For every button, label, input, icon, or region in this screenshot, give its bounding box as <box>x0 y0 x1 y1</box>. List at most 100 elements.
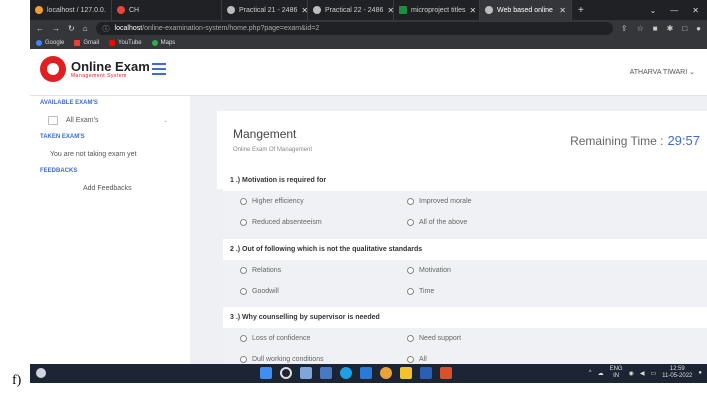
browser-tab-6-active[interactable]: Web based online ✕ <box>480 0 572 20</box>
option-radio[interactable]: Dull working conditions <box>240 349 407 364</box>
toolbar-icons: ⇪ ☆ ■ ✱ □ ● <box>621 24 701 33</box>
url-field[interactable]: ⓘ localhost /online-examination-system/h… <box>95 22 613 35</box>
tab-favicon <box>313 6 321 14</box>
address-bar: ← → ↻ ⌂ ⓘ localhost /online-examination-… <box>30 20 707 37</box>
sidebar-item-add-feedback[interactable]: Add Feedbacks <box>30 178 190 198</box>
forward-icon[interactable]: → <box>52 24 60 33</box>
chat-icon[interactable] <box>320 367 332 379</box>
app-icon[interactable] <box>440 367 452 379</box>
radio-icon[interactable] <box>240 198 247 205</box>
radio-icon[interactable] <box>240 288 247 295</box>
radio-icon[interactable] <box>240 335 247 342</box>
sidebar-item-taken-none[interactable]: You are not taking exam yet <box>30 144 190 164</box>
sidebar-item-label: All Exam's <box>66 116 99 124</box>
clock-time: 12:59 <box>669 366 685 372</box>
edge-icon[interactable] <box>340 367 352 379</box>
radio-icon[interactable] <box>240 267 247 274</box>
exam-title: Mangement <box>233 127 297 141</box>
radio-icon[interactable] <box>407 219 414 226</box>
browser-tab-5[interactable]: microproject titles ✕ <box>394 0 480 20</box>
option-radio[interactable]: Need support <box>407 328 567 349</box>
cloud-icon[interactable]: ☁ <box>598 370 604 377</box>
language-indicator[interactable]: ENG IN <box>610 366 623 380</box>
question-text: 3 .) Why counselling by supervisor is ne… <box>230 314 380 321</box>
menu-toggle-icon[interactable] <box>152 63 166 78</box>
option-radio[interactable]: Reduced absenteeism <box>240 212 407 233</box>
word-icon[interactable] <box>420 367 432 379</box>
radio-icon[interactable] <box>407 356 414 363</box>
info-icon: ⓘ <box>102 25 110 33</box>
task-view-icon[interactable] <box>300 367 312 379</box>
user-menu[interactable]: ATHARVA TIWARI ⌄ <box>630 68 695 76</box>
google-icon <box>36 40 42 46</box>
url-path: /online-examination-system/home.php?page… <box>142 25 320 32</box>
sidebar-item-all-exams[interactable]: All Exam's ⌄ <box>30 110 190 130</box>
option-radio[interactable]: Higher efficiency <box>240 191 407 212</box>
weather-icon[interactable] <box>36 368 46 378</box>
browser-tab-2[interactable]: CH <box>112 0 222 20</box>
tab-label: Web based online <box>497 6 553 14</box>
option-radio[interactable]: All of the above <box>407 212 567 233</box>
radio-icon[interactable] <box>407 198 414 205</box>
option-radio[interactable]: Time <box>407 281 567 302</box>
tray-chevron-icon[interactable]: ^ <box>589 370 592 376</box>
bookmarks-bar: Google Gmail YouTube Maps <box>30 37 707 49</box>
bookmark-maps[interactable]: Maps <box>151 40 175 46</box>
sidebar-item-label: Add Feedbacks <box>83 184 132 192</box>
windows-start-icon[interactable] <box>260 367 272 379</box>
tab-search-icon[interactable]: ⌄ <box>650 6 657 15</box>
profile-icon[interactable]: ● <box>696 24 701 33</box>
star-icon[interactable]: ☆ <box>637 24 644 33</box>
option-radio[interactable]: Motivation <box>407 260 567 281</box>
reload-icon[interactable]: ↻ <box>68 24 75 33</box>
windows-taskbar: ^ ☁ ENG IN ◉ ◀ ▭ 12:59 11-05-2022 ● <box>30 364 707 383</box>
bookmark-google[interactable]: Google <box>36 40 64 46</box>
clock[interactable]: 12:59 11-05-2022 <box>662 366 692 380</box>
bookmark-youtube[interactable]: YouTube <box>109 40 142 46</box>
logo-title: Online Exam <box>71 58 150 74</box>
bookmark-gmail[interactable]: Gmail <box>74 40 99 46</box>
option-radio[interactable]: All <box>407 349 567 364</box>
chrome-icon[interactable] <box>380 367 392 379</box>
tab-favicon <box>485 6 493 14</box>
wifi-icon[interactable]: ◉ <box>629 370 634 377</box>
tab-close-icon[interactable]: ✕ <box>297 6 307 15</box>
browser-tab-3[interactable]: Practical 21 - 2486 ✕ <box>222 0 308 20</box>
notification-icon[interactable]: ● <box>698 370 702 376</box>
tab-close-icon[interactable]: ✕ <box>555 6 566 15</box>
option-radio[interactable]: Relations <box>240 260 407 281</box>
sidepanel-icon[interactable]: □ <box>682 24 687 33</box>
radio-icon[interactable] <box>407 335 414 342</box>
radio-icon[interactable] <box>407 267 414 274</box>
store-icon[interactable] <box>360 367 372 379</box>
radio-icon[interactable] <box>240 219 247 226</box>
browser-tab-1[interactable]: localhost / 127.0.0. ✕ <box>30 0 112 20</box>
option-radio[interactable]: Improved morale <box>407 191 567 212</box>
battery-icon[interactable]: ▭ <box>650 370 656 377</box>
file-explorer-icon[interactable] <box>400 367 412 379</box>
figure-caption: f) <box>12 373 22 388</box>
tab-close-icon[interactable]: ✕ <box>465 6 476 15</box>
search-icon[interactable] <box>280 367 292 379</box>
new-tab-button[interactable]: + <box>572 0 590 20</box>
browser-tab-4[interactable]: Practical 22 - 2486 ✕ <box>308 0 394 20</box>
radio-icon[interactable] <box>407 288 414 295</box>
speaker-icon[interactable]: ◀ <box>640 370 645 377</box>
close-window-icon[interactable]: ✕ <box>692 6 699 15</box>
option-radio[interactable]: Loss of confidence <box>240 328 407 349</box>
home-icon[interactable]: ⌂ <box>83 24 88 33</box>
url-host: localhost <box>114 25 143 32</box>
radio-icon[interactable] <box>240 356 247 363</box>
back-icon[interactable]: ← <box>36 24 44 33</box>
sidebar-item-label: You are not taking exam yet <box>50 150 137 158</box>
screenshot: localhost / 127.0.0. ✕ CH Practical 21 -… <box>30 0 707 383</box>
tab-label: CH <box>129 6 140 14</box>
tab-close-icon[interactable]: ✕ <box>383 6 393 15</box>
extension-icon[interactable]: ■ <box>653 24 658 33</box>
minimize-icon[interactable]: — <box>670 6 678 15</box>
puzzle-icon[interactable]: ✱ <box>667 24 674 33</box>
option-radio[interactable]: Goodwill <box>240 281 407 302</box>
app-logo[interactable]: Online Exam Management System <box>40 56 150 82</box>
tab-label: Practical 22 - 2486 <box>325 6 384 14</box>
share-icon[interactable]: ⇪ <box>621 24 628 33</box>
